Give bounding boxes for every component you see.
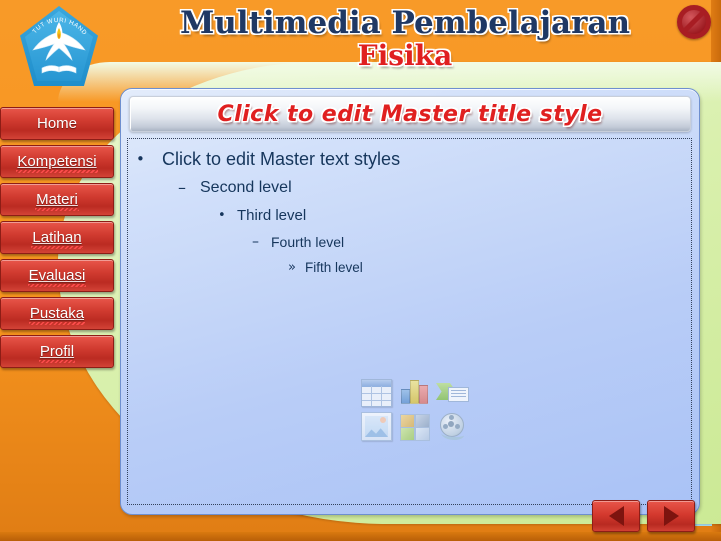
slide-master-view: TUT WURI HANDAYANI Multimedia Pembelajar… [0,0,721,541]
picture-icon[interactable] [360,411,392,441]
left-arrow-icon [608,506,624,526]
body-level-5-text: Fifth level [305,260,363,275]
sidebar-item-pustaka[interactable]: Pustaka [0,297,114,330]
svg-text:TUT WURI HANDAYANI: TUT WURI HANDAYANI [20,6,88,37]
sidebar-item-label: Kompetensi [16,153,98,173]
clipart-icon[interactable] [398,411,430,441]
slide-navigation [592,500,695,532]
content-placeholder-icons [360,377,469,449]
sidebar-item-evaluasi[interactable]: Evaluasi [0,259,114,292]
sidebar-item-label: Materi [35,191,79,211]
sidebar-item-home[interactable]: Home [0,107,114,140]
bullet-level-5: » [288,260,296,275]
header-titles: Multimedia Pembelajaran Fisika [150,6,660,72]
body-level-1[interactable]: • Click to edit Master text styles [136,147,685,171]
sidebar-item-profil[interactable]: Profil [0,335,114,368]
body-text-placeholder[interactable]: • Click to edit Master text styles – Sec… [127,138,692,505]
previous-slide-button[interactable] [592,500,640,532]
next-slide-button[interactable] [647,500,695,532]
app-title-line1: Multimedia Pembelajaran [179,5,631,41]
body-level-2[interactable]: – Second level [136,177,685,199]
prohibited-icon[interactable] [677,5,711,39]
body-level-list: • Click to edit Master text styles – Sec… [136,145,685,277]
body-level-5[interactable]: » Fifth level [136,258,685,277]
bullet-level-2: – [178,178,186,197]
logo-emblem-icon: TUT WURI HANDAYANI [20,6,88,74]
sidebar-item-kompetensi[interactable]: Kompetensi [0,145,114,178]
sidebar-item-label: Pustaka [28,305,86,325]
title-placeholder-text: Click to edit Master title style [217,101,603,127]
media-clip-icon[interactable] [436,411,468,441]
bullet-level-3: • [218,208,226,223]
smartart-icon[interactable] [436,377,469,407]
table-icon[interactable] [360,377,392,407]
tut-wuri-handayani-logo: TUT WURI HANDAYANI [20,6,98,86]
body-level-1-text: Click to edit Master text styles [162,149,401,169]
body-level-2-text: Second level [200,179,292,196]
sidebar-item-label: Evaluasi [27,267,87,287]
sidebar-item-latihan[interactable]: Latihan [0,221,114,254]
body-level-3[interactable]: • Third level [136,205,685,226]
sidebar-menu: Home Kompetensi Materi Latihan Evaluasi … [0,107,114,373]
bullet-level-1: • [136,150,145,168]
slide-content-panel: Click to edit Master title style • Click… [120,88,700,515]
app-title-line2: Fisika [357,39,453,72]
background-bottom-edge [0,532,721,541]
chart-icon[interactable] [398,377,430,407]
title-placeholder[interactable]: Click to edit Master title style [129,96,691,132]
logo-motto-text: TUT WURI HANDAYANI [20,6,88,37]
sidebar-item-materi[interactable]: Materi [0,183,114,216]
sidebar-item-label: Home [36,115,77,132]
bullet-level-4: – [252,234,259,250]
sidebar-item-label: Profil [38,343,76,363]
body-level-4-text: Fourth level [271,234,345,250]
body-level-3-text: Third level [237,207,307,224]
sidebar-item-label: Latihan [31,229,83,249]
right-arrow-icon [663,506,679,526]
body-level-4[interactable]: – Fourth level [136,232,685,252]
